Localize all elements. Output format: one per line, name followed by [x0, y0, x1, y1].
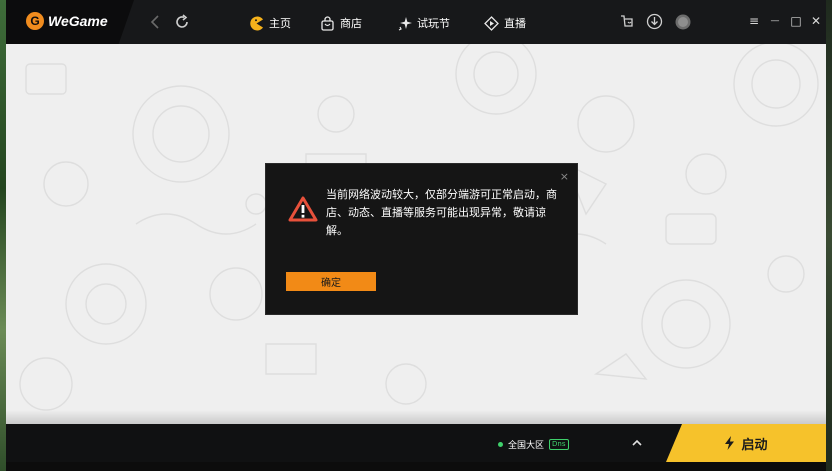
region-label: 全国大区: [508, 441, 545, 451]
minimize-button[interactable]: —: [768, 14, 782, 28]
region-badge: Dns: [549, 439, 569, 450]
menu-icon: ≡: [748, 14, 760, 28]
downloads-button[interactable]: [646, 13, 663, 30]
top-bar: G WeGame 主页 商店 试玩节 直播 ≡ — □ ✕: [6, 0, 826, 44]
chevron-left-icon: [150, 15, 159, 29]
tab-trial-festival-label: 试玩节: [417, 17, 450, 30]
maximize-icon: □: [790, 14, 802, 28]
tab-store-label: 商店: [340, 17, 362, 30]
launch-button[interactable]: 启动: [666, 424, 826, 462]
refresh-icon: [176, 14, 188, 28]
menu-button[interactable]: ≡: [747, 14, 761, 28]
bottom-bar: 全国大区 Dns 启动: [6, 424, 826, 471]
desktop-background-right: [826, 0, 832, 471]
tab-home-label: 主页: [269, 17, 291, 30]
avatar[interactable]: [674, 13, 691, 30]
wegame-logo-icon: G: [26, 12, 44, 30]
close-window-button[interactable]: ✕: [809, 14, 823, 28]
store-cart-button[interactable]: [618, 13, 635, 30]
logo-text: WeGame: [48, 13, 108, 29]
tab-store[interactable]: 商店: [320, 15, 362, 31]
logo[interactable]: G WeGame: [6, 0, 134, 44]
confirm-button[interactable]: 确定: [286, 272, 376, 291]
region-selector[interactable]: 全国大区 Dns: [498, 438, 569, 451]
avatar-icon: [675, 14, 690, 29]
dialog-close-button[interactable]: ×: [560, 170, 569, 183]
tab-live[interactable]: 直播: [484, 15, 526, 31]
pac-home-icon: [249, 16, 264, 31]
status-dot-icon: [498, 442, 503, 447]
close-icon: ✕: [810, 14, 822, 28]
expand-region-button[interactable]: [632, 437, 642, 450]
refresh-button[interactable]: [174, 14, 190, 33]
wegame-window: G WeGame 主页 商店 试玩节 直播 ≡ — □ ✕ × 当前网络波动较大…: [6, 0, 826, 471]
chevron-up-icon: [632, 439, 642, 446]
tab-live-label: 直播: [504, 17, 526, 30]
tab-home[interactable]: 主页: [249, 15, 291, 31]
back-button[interactable]: [149, 14, 161, 33]
network-warning-dialog: × 当前网络波动较大，仅部分端游可正常启动，商店、动态、直播等服务可能出现异常，…: [265, 163, 578, 315]
sparkle-icon: [397, 16, 412, 31]
lightning-icon: [725, 436, 735, 450]
download-icon: [646, 13, 663, 30]
maximize-button[interactable]: □: [789, 14, 803, 28]
tab-trial-festival[interactable]: 试玩节: [397, 15, 450, 31]
basket-icon: [621, 15, 633, 27]
warning-icon: [288, 196, 318, 222]
dialog-message: 当前网络波动较大，仅部分端游可正常启动，商店、动态、直播等服务可能出现异常，敬请…: [326, 188, 557, 237]
launch-label: 启动: [741, 437, 768, 453]
play-diamond-icon: [484, 15, 499, 31]
shopping-bag-icon: [320, 15, 335, 31]
bottom-strip: [6, 462, 826, 471]
minimize-icon: —: [770, 16, 780, 26]
